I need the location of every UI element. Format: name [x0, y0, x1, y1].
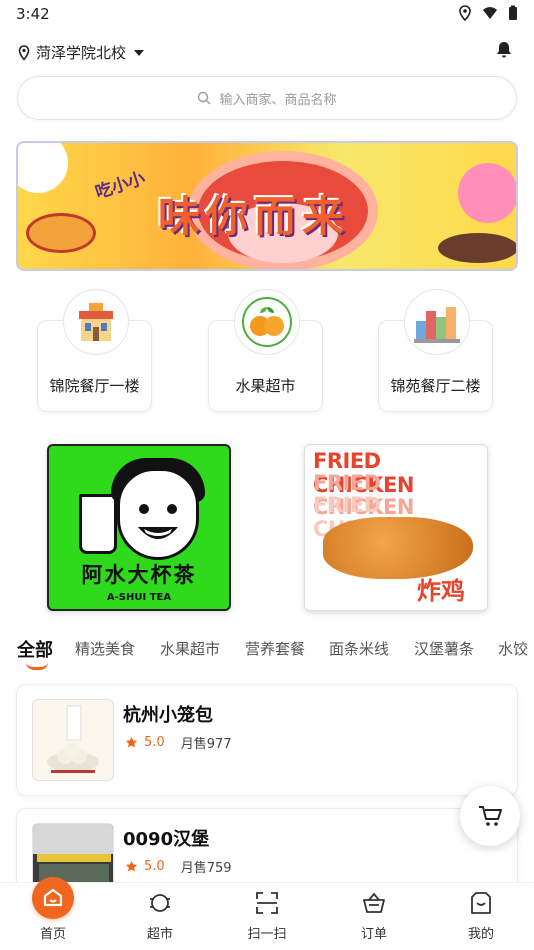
- status-icons: [458, 5, 518, 21]
- search-icon: [198, 91, 211, 105]
- location-selector[interactable]: 菏泽学院北校: [18, 42, 145, 63]
- profile-icon: [471, 892, 491, 914]
- star-icon: [125, 860, 138, 872]
- tab-all[interactable]: 全部: [17, 636, 53, 662]
- tab-fruit-market[interactable]: 水果超市: [160, 638, 220, 659]
- category-label: 锦苑餐厅二楼: [390, 377, 481, 395]
- promo-banner[interactable]: 吃小小 味你而来: [16, 141, 518, 271]
- tab-noodles[interactable]: 面条米线: [329, 638, 389, 659]
- banner-title: 味你而来: [158, 192, 351, 241]
- nav-home[interactable]: 首页: [13, 877, 93, 950]
- category-label: 锦院餐厅一楼: [49, 377, 140, 395]
- nav-label: 我的: [467, 927, 494, 942]
- tea-cup-graphic: [79, 494, 117, 554]
- nav-label: 扫一扫: [247, 927, 287, 942]
- category-label: 水果超市: [235, 377, 296, 395]
- promo-ashui-tea[interactable]: 阿水大杯茶 A-SHUI TEA: [47, 444, 231, 611]
- nav-scan[interactable]: 扫一扫: [227, 883, 307, 950]
- fried-chicken-graphic: [323, 517, 473, 579]
- banner-decoration: [26, 213, 96, 253]
- location-pin-icon: [18, 44, 30, 61]
- promo-fried-chicken[interactable]: FRIED CHICKEN FRIED CHICKEN FRIED CHICKE…: [304, 444, 488, 611]
- promo-ashui-name: 阿水大杯茶: [81, 563, 197, 587]
- category-card-restaurant-1[interactable]: 锦院餐厅一楼: [37, 289, 152, 412]
- city-buildings-icon: [404, 289, 470, 355]
- bottom-nav: 首页 超市 扫一扫 订单 我的: [0, 877, 534, 950]
- store-rating: 5.0: [144, 859, 165, 874]
- nav-profile[interactable]: 我的: [441, 883, 521, 950]
- location-status-icon: [459, 5, 471, 21]
- banner-decoration: [458, 163, 516, 223]
- cart-button[interactable]: [460, 786, 520, 846]
- banner-decoration: [438, 233, 516, 263]
- nav-orders[interactable]: 订单: [334, 883, 414, 950]
- banner-subtitle: 吃小小: [92, 168, 148, 204]
- nav-label: 超市: [146, 927, 173, 942]
- location-label: 菏泽学院北校: [36, 44, 127, 62]
- store-meta: 5.0 月售977: [125, 733, 232, 752]
- store-name: 0090汉堡: [123, 829, 210, 850]
- search-bar[interactable]: 输入商家、商品名称: [17, 76, 517, 120]
- status-time: 3:42: [16, 5, 50, 23]
- tab-burgers-fries[interactable]: 汉堡薯条: [414, 638, 474, 659]
- nav-supermarket[interactable]: 超市: [120, 883, 200, 950]
- scan-icon: [256, 892, 278, 914]
- oranges-icon: [234, 289, 300, 355]
- store-monthly-sales: 月售977: [180, 737, 232, 752]
- star-icon: [125, 736, 138, 748]
- tab-featured-food[interactable]: 精选美食: [75, 638, 135, 659]
- wifi-icon: [483, 7, 497, 19]
- store-name: 杭州小笼包: [123, 705, 213, 726]
- category-card-fruit-market[interactable]: 水果超市: [208, 289, 323, 412]
- store-thumbnail: [32, 699, 114, 781]
- search-placeholder: 输入商家、商品名称: [219, 92, 337, 108]
- restaurant-building-icon: [63, 289, 129, 355]
- home-icon: [32, 877, 74, 919]
- store-monthly-sales: 月售759: [180, 861, 232, 876]
- tab-nutrition-set[interactable]: 营养套餐: [245, 638, 305, 659]
- category-tabs: 全部 精选美食 水果超市 营养套餐 面条米线 汉堡薯条 水饺: [0, 634, 534, 674]
- battery-icon: [509, 5, 517, 20]
- category-card-restaurant-2[interactable]: 锦苑餐厅二楼: [378, 289, 493, 412]
- category-row: 锦院餐厅一楼 水果超市 锦苑餐厅二楼: [0, 288, 534, 418]
- active-tab-indicator: [26, 662, 48, 670]
- store-rating: 5.0: [144, 735, 165, 750]
- bell-icon[interactable]: [494, 40, 514, 60]
- fried-chicken-cn-label: 炸鸡: [417, 577, 465, 605]
- store-meta: 5.0 月售759: [125, 857, 232, 876]
- tab-dumplings[interactable]: 水饺: [498, 638, 528, 659]
- promo-ashui-subtitle: A-SHUI TEA: [106, 592, 172, 603]
- nav-label: 订单: [360, 927, 387, 942]
- mascot-face-graphic: [117, 468, 199, 560]
- cart-icon: [479, 806, 502, 826]
- nav-label: 首页: [39, 927, 66, 942]
- store-card[interactable]: 杭州小笼包 5.0 月售977: [16, 684, 518, 796]
- status-bar: 3:42: [0, 0, 534, 28]
- supermarket-icon: [150, 894, 170, 912]
- chevron-down-icon: [134, 49, 145, 56]
- order-basket-icon: [363, 892, 385, 913]
- banner-decoration: [18, 143, 68, 193]
